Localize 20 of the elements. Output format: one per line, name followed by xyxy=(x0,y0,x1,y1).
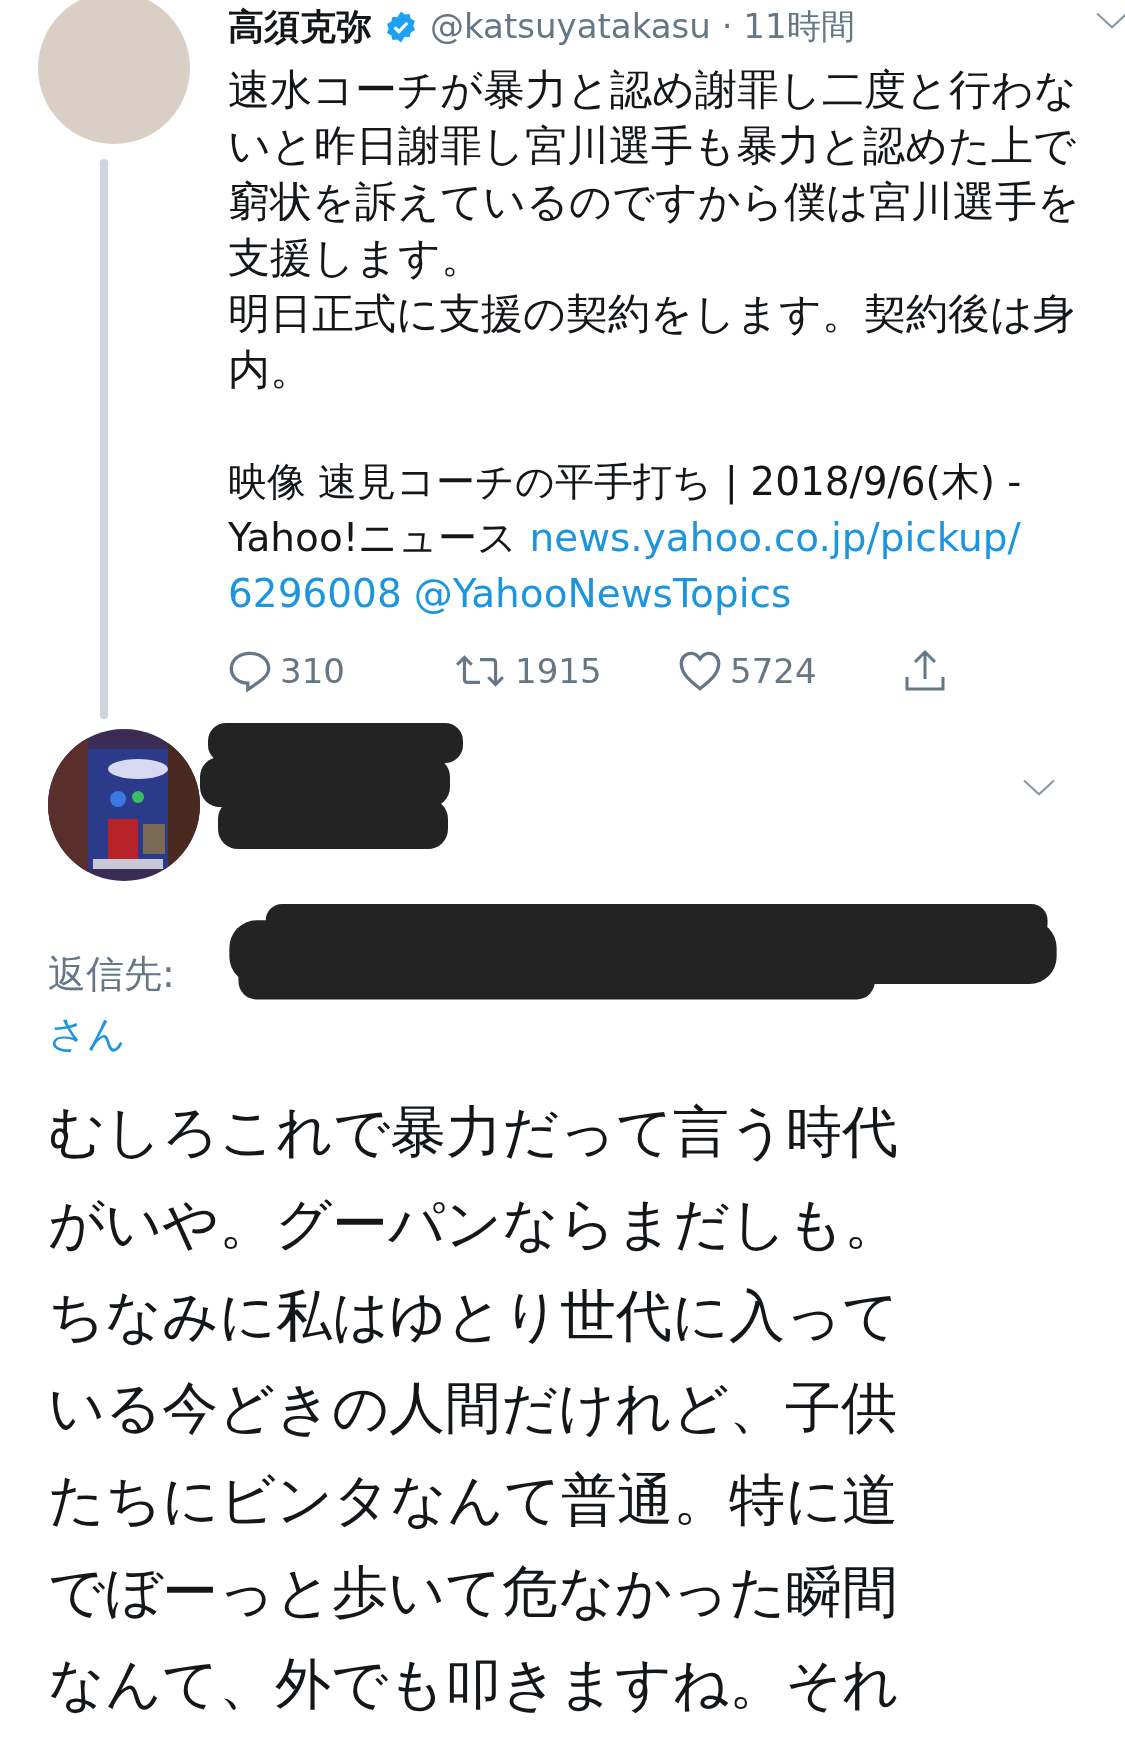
reply-to-label: 返信先: xyxy=(48,952,175,996)
author-name[interactable]: 高須克弥 xyxy=(228,2,372,52)
chevron-down-icon[interactable] xyxy=(1096,12,1125,30)
reply-icon[interactable] xyxy=(228,649,272,693)
action-count: 1915 xyxy=(515,651,602,691)
handle-and-time: @katsuyatakasu · 11時間 xyxy=(430,5,855,48)
url-link[interactable]: 6296008 xyxy=(228,566,402,622)
reply-text: むしろこれで暴力だって言う時代がいや。グーパンならまだしも。ちなみに私はゆとり世代に入っている今どきの人間だけれど、子供たちにビンタなんて普通。特に道でぼーっと歩いて危なかった瞬間なんて、外でも叩きますね。それ xyxy=(48,1098,901,1718)
share-icon[interactable] xyxy=(903,649,947,693)
chevron-down-icon[interactable] xyxy=(1023,779,1055,797)
tweet-text: 明日正式に支援の契約をします。契約後は身内。 xyxy=(228,288,1076,396)
url-link[interactable]: news.yahoo.co.jp/pickup/ xyxy=(529,510,1021,566)
heart-icon[interactable] xyxy=(678,649,722,693)
tweet-text: 速水コーチが暴力と認め謝罪し二度と行わないと昨日謝罪し宮川選手も暴力と認めた上で窮状を訴えているのですから僕は宮川選手を支援します。 xyxy=(228,64,1081,284)
link-title: Yahoo!ニュース xyxy=(228,514,518,562)
action-count: 5724 xyxy=(730,651,817,691)
reply-to-link[interactable]: さん xyxy=(48,1012,126,1056)
link-title: 映像 速見コーチの平手打ち | 2018/9/6(木) - xyxy=(228,458,1022,507)
action-count: 310 xyxy=(280,651,345,691)
mention-link[interactable]: @YahooNewsTopics xyxy=(413,566,792,622)
